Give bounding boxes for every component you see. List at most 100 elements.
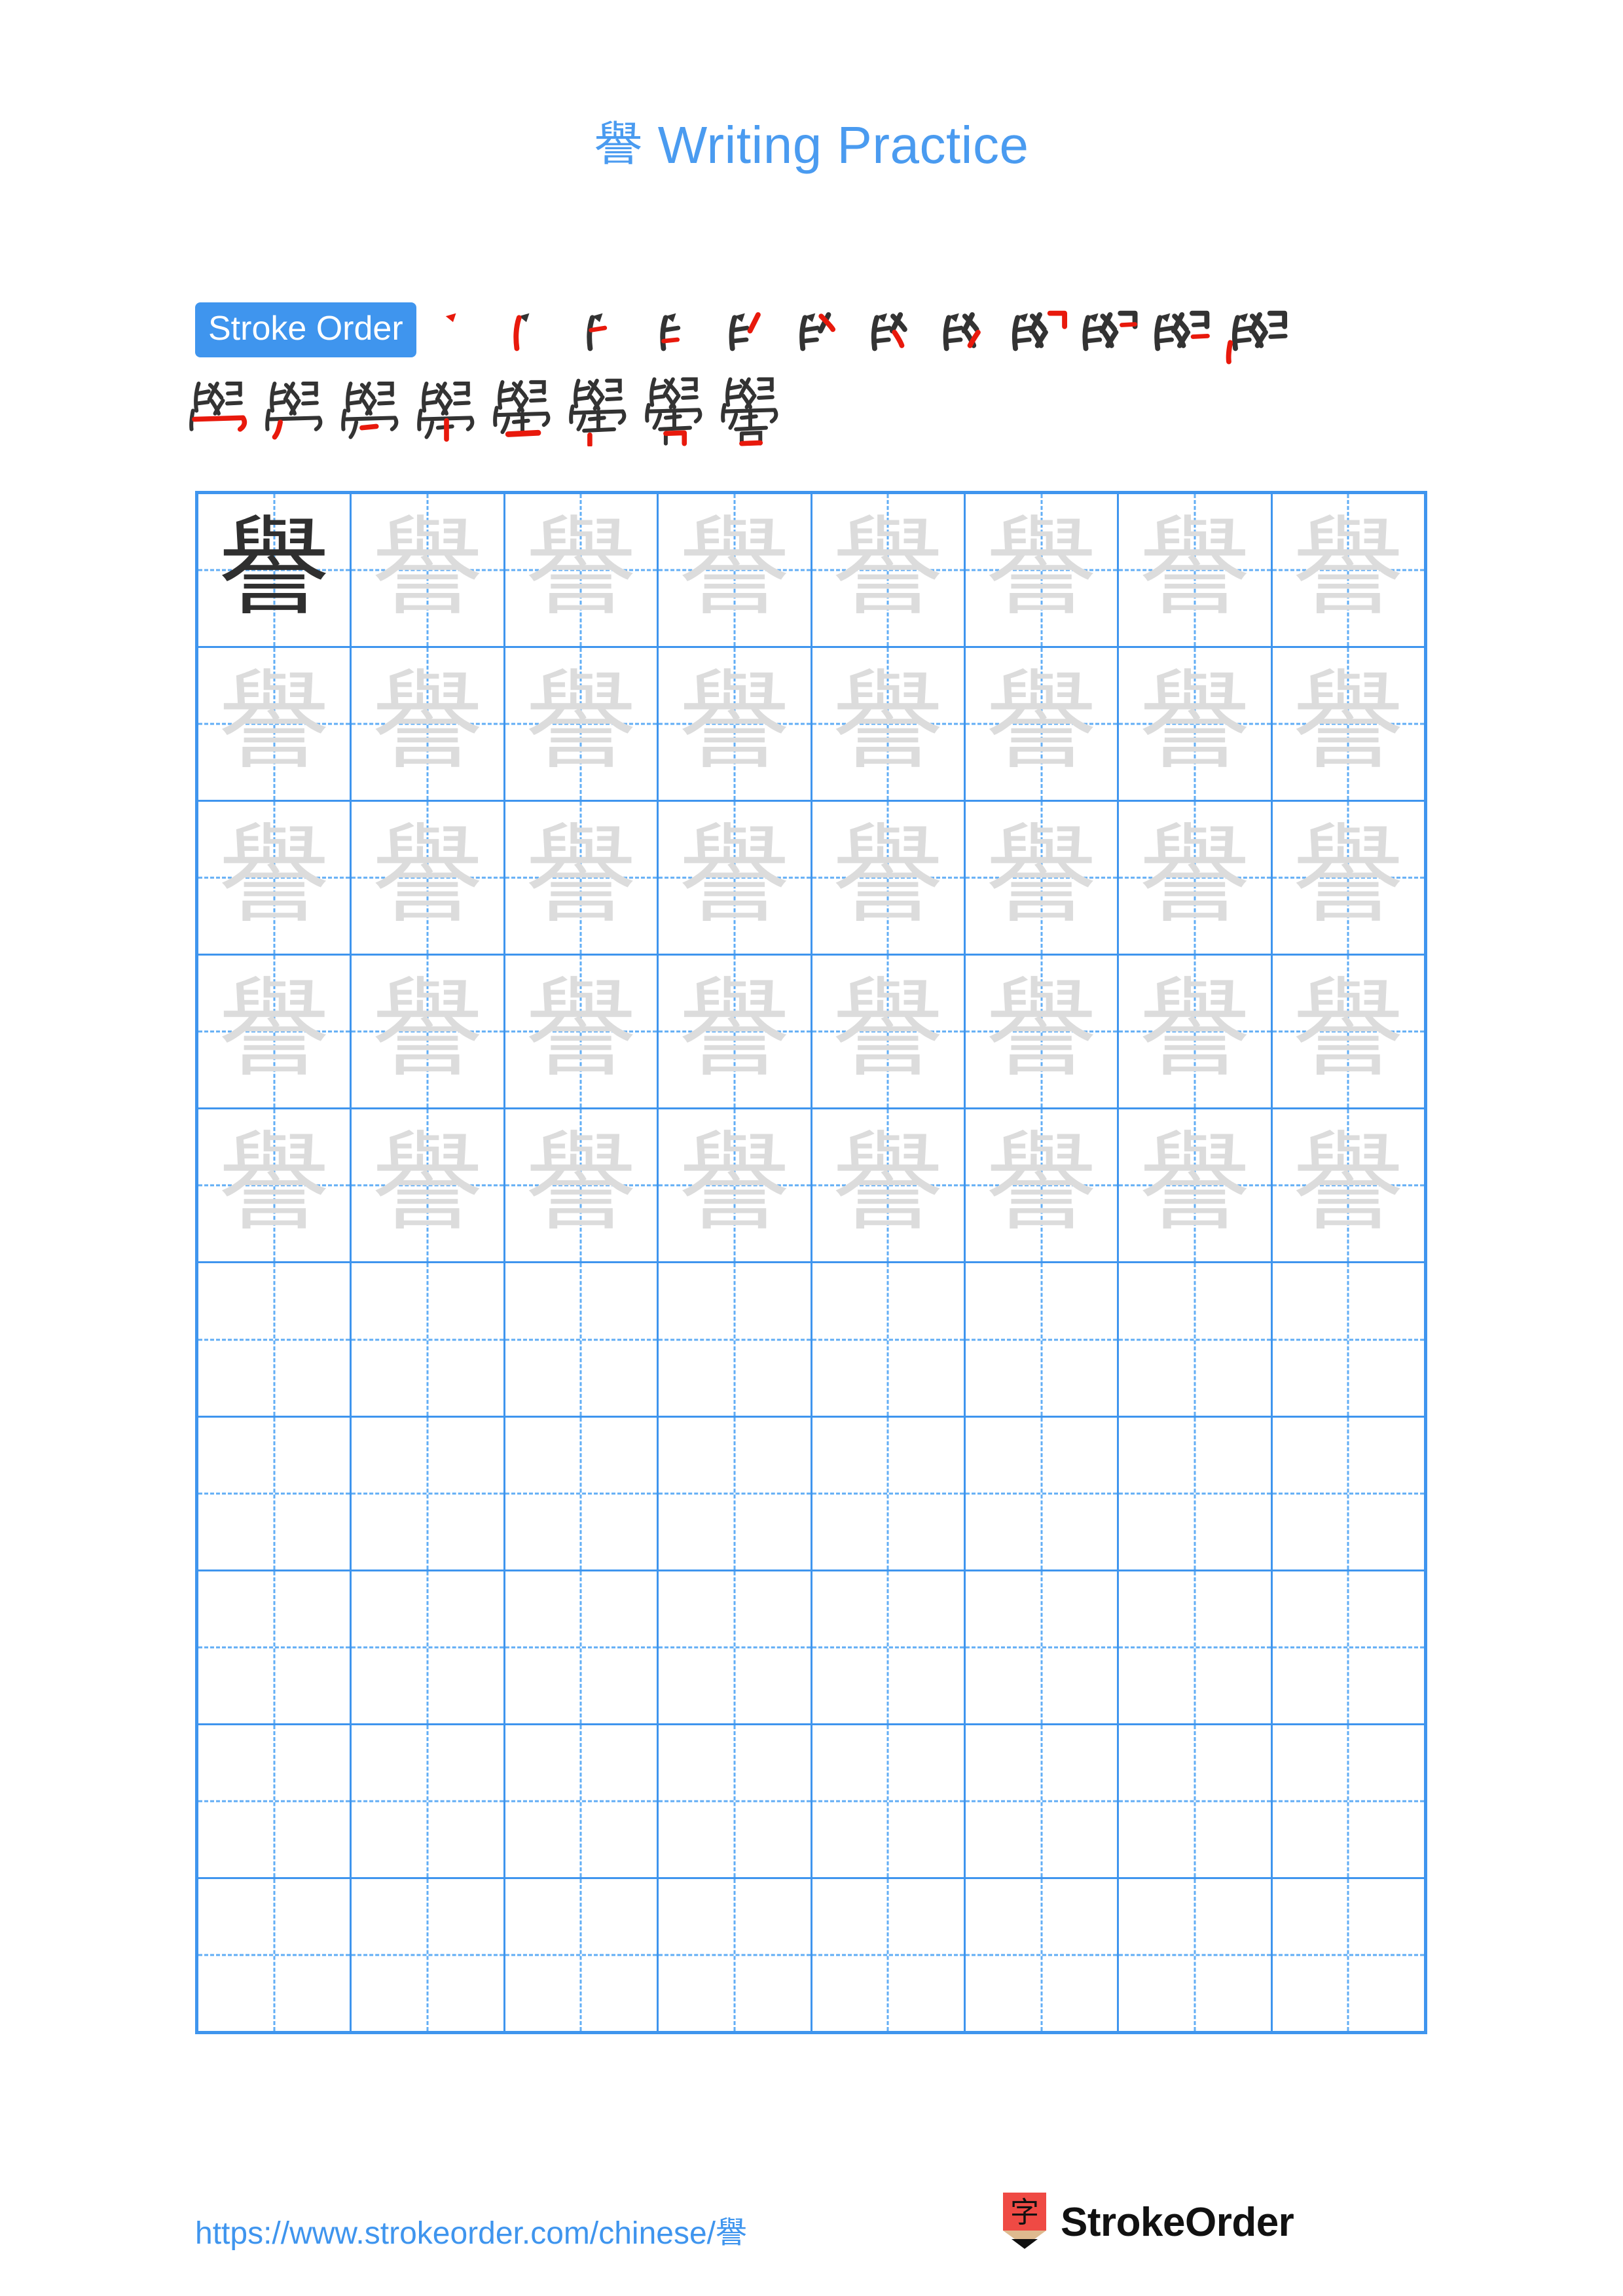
practice-cell-empty[interactable]	[965, 1725, 1120, 1877]
stroke-step-5	[710, 297, 783, 370]
practice-cell-empty[interactable]	[812, 1571, 966, 1723]
practice-cell-empty[interactable]	[198, 1417, 352, 1570]
practice-cell-empty[interactable]	[505, 1417, 659, 1570]
practice-cell-trace[interactable]: 譽	[1272, 802, 1424, 954]
practice-cell-trace[interactable]: 譽	[505, 1109, 659, 1262]
practice-cell-empty[interactable]	[965, 1571, 1120, 1723]
practice-character-trace: 譽	[372, 967, 484, 1097]
practice-cell-empty[interactable]	[659, 1571, 812, 1723]
practice-cell-trace[interactable]: 譽	[965, 648, 1120, 800]
practice-cell-empty[interactable]	[352, 1417, 505, 1570]
footer-logo[interactable]: 字 StrokeOrder	[1000, 2193, 1294, 2251]
practice-cell-empty[interactable]	[352, 1263, 505, 1416]
practice-cell-trace[interactable]: 譽	[659, 1109, 812, 1262]
practice-cell-empty[interactable]	[1119, 1417, 1273, 1570]
practice-character-trace: 譽	[1292, 813, 1404, 943]
practice-cell-empty[interactable]	[659, 1725, 812, 1877]
practice-character-trace: 譽	[525, 659, 637, 789]
practice-cell-trace[interactable]: 譽	[198, 802, 352, 954]
practice-cell-empty[interactable]	[812, 1725, 966, 1877]
practice-cell-empty[interactable]	[812, 1417, 966, 1570]
practice-cell-trace[interactable]: 譽	[812, 956, 966, 1108]
practice-cell-empty[interactable]	[352, 1725, 505, 1877]
guide-vertical	[886, 1263, 889, 1416]
practice-cell-empty[interactable]	[352, 1571, 505, 1723]
guide-vertical	[579, 1263, 582, 1416]
guide-horizontal	[198, 1800, 350, 1803]
practice-cell-trace[interactable]: 譽	[505, 802, 659, 954]
guide-vertical	[733, 1725, 736, 1877]
practice-cell-empty[interactable]	[659, 1263, 812, 1416]
footer-url-link[interactable]: https://www.strokeorder.com/chinese/譽	[195, 2207, 747, 2253]
practice-cell-empty[interactable]	[965, 1263, 1120, 1416]
practice-character-trace: 譽	[832, 1121, 944, 1251]
practice-cell-empty[interactable]	[1119, 1263, 1273, 1416]
practice-cell-empty[interactable]	[1272, 1878, 1424, 2031]
practice-cell-trace[interactable]: 譽	[965, 956, 1120, 1108]
practice-cell-trace[interactable]: 譽	[352, 956, 505, 1108]
practice-cell-trace[interactable]: 譽	[1119, 648, 1273, 800]
practice-cell-trace[interactable]: 譽	[1272, 494, 1424, 647]
practice-cell-empty[interactable]	[1119, 1878, 1273, 2031]
practice-cell-empty[interactable]	[505, 1878, 659, 2031]
practice-cell-empty[interactable]	[965, 1417, 1120, 1570]
guide-horizontal	[1272, 1492, 1424, 1495]
practice-cell-empty[interactable]	[198, 1725, 352, 1877]
practice-cell-trace[interactable]: 譽	[352, 648, 505, 800]
practice-cell-trace[interactable]: 譽	[812, 802, 966, 954]
guide-vertical	[1347, 1263, 1349, 1416]
practice-cell-empty[interactable]	[1272, 1725, 1424, 1877]
practice-cell-trace[interactable]: 譽	[505, 956, 659, 1108]
practice-cell-empty[interactable]	[1272, 1571, 1424, 1723]
guide-vertical	[1347, 1417, 1349, 1570]
practice-cell-empty[interactable]	[812, 1263, 966, 1416]
practice-cell-trace[interactable]: 譽	[812, 1109, 966, 1262]
practice-cell-trace[interactable]: 譽	[1119, 494, 1273, 647]
practice-cell-empty[interactable]	[659, 1417, 812, 1570]
guide-horizontal	[1119, 1646, 1271, 1649]
practice-cell-trace[interactable]: 譽	[659, 956, 812, 1108]
practice-cell-empty[interactable]	[505, 1725, 659, 1877]
practice-cell-trace[interactable]: 譽	[965, 1109, 1120, 1262]
practice-cell-trace[interactable]: 譽	[659, 494, 812, 647]
practice-cell-trace[interactable]: 譽	[659, 802, 812, 954]
practice-cell-empty[interactable]	[198, 1263, 352, 1416]
practice-cell-trace[interactable]: 譽	[1272, 1109, 1424, 1262]
practice-cell-empty[interactable]	[198, 1878, 352, 2031]
practice-cell-empty[interactable]	[812, 1878, 966, 2031]
stroke-step-16	[409, 368, 484, 446]
practice-cell-trace[interactable]: 譽	[352, 802, 505, 954]
guide-vertical	[1347, 1725, 1349, 1877]
guide-vertical	[733, 1417, 736, 1570]
practice-cell-trace[interactable]: 譽	[1119, 802, 1273, 954]
practice-cell-empty[interactable]	[1119, 1571, 1273, 1723]
practice-cell-model[interactable]: 譽	[198, 494, 352, 647]
practice-cell-trace[interactable]: 譽	[198, 648, 352, 800]
practice-cell-trace[interactable]: 譽	[1272, 648, 1424, 800]
practice-cell-trace[interactable]: 譽	[198, 956, 352, 1108]
practice-cell-empty[interactable]	[505, 1571, 659, 1723]
practice-cell-empty[interactable]	[1272, 1417, 1424, 1570]
practice-cell-empty[interactable]	[198, 1571, 352, 1723]
practice-cell-trace[interactable]: 譽	[505, 648, 659, 800]
guide-vertical	[1194, 1417, 1196, 1570]
practice-cell-trace[interactable]: 譽	[812, 494, 966, 647]
practice-cell-trace[interactable]: 譽	[965, 802, 1120, 954]
practice-cell-trace[interactable]: 譽	[352, 494, 505, 647]
practice-cell-trace[interactable]: 譽	[659, 648, 812, 800]
practice-cell-empty[interactable]	[659, 1878, 812, 2031]
practice-cell-trace[interactable]: 譽	[1119, 956, 1273, 1108]
practice-cell-empty[interactable]	[965, 1878, 1120, 2031]
practice-cell-empty[interactable]	[1119, 1725, 1273, 1877]
practice-cell-trace[interactable]: 譽	[965, 494, 1120, 647]
practice-cell-trace[interactable]: 譽	[505, 494, 659, 647]
practice-cell-empty[interactable]	[505, 1263, 659, 1416]
practice-cell-empty[interactable]	[1272, 1263, 1424, 1416]
practice-cell-trace[interactable]: 譽	[1272, 956, 1424, 1108]
practice-cell-empty[interactable]	[352, 1878, 505, 2031]
practice-cell-trace[interactable]: 譽	[1119, 1109, 1273, 1262]
practice-cell-trace[interactable]: 譽	[812, 648, 966, 800]
practice-cell-trace[interactable]: 譽	[198, 1109, 352, 1262]
practice-cell-trace[interactable]: 譽	[352, 1109, 505, 1262]
stroke-step-7	[856, 297, 930, 370]
